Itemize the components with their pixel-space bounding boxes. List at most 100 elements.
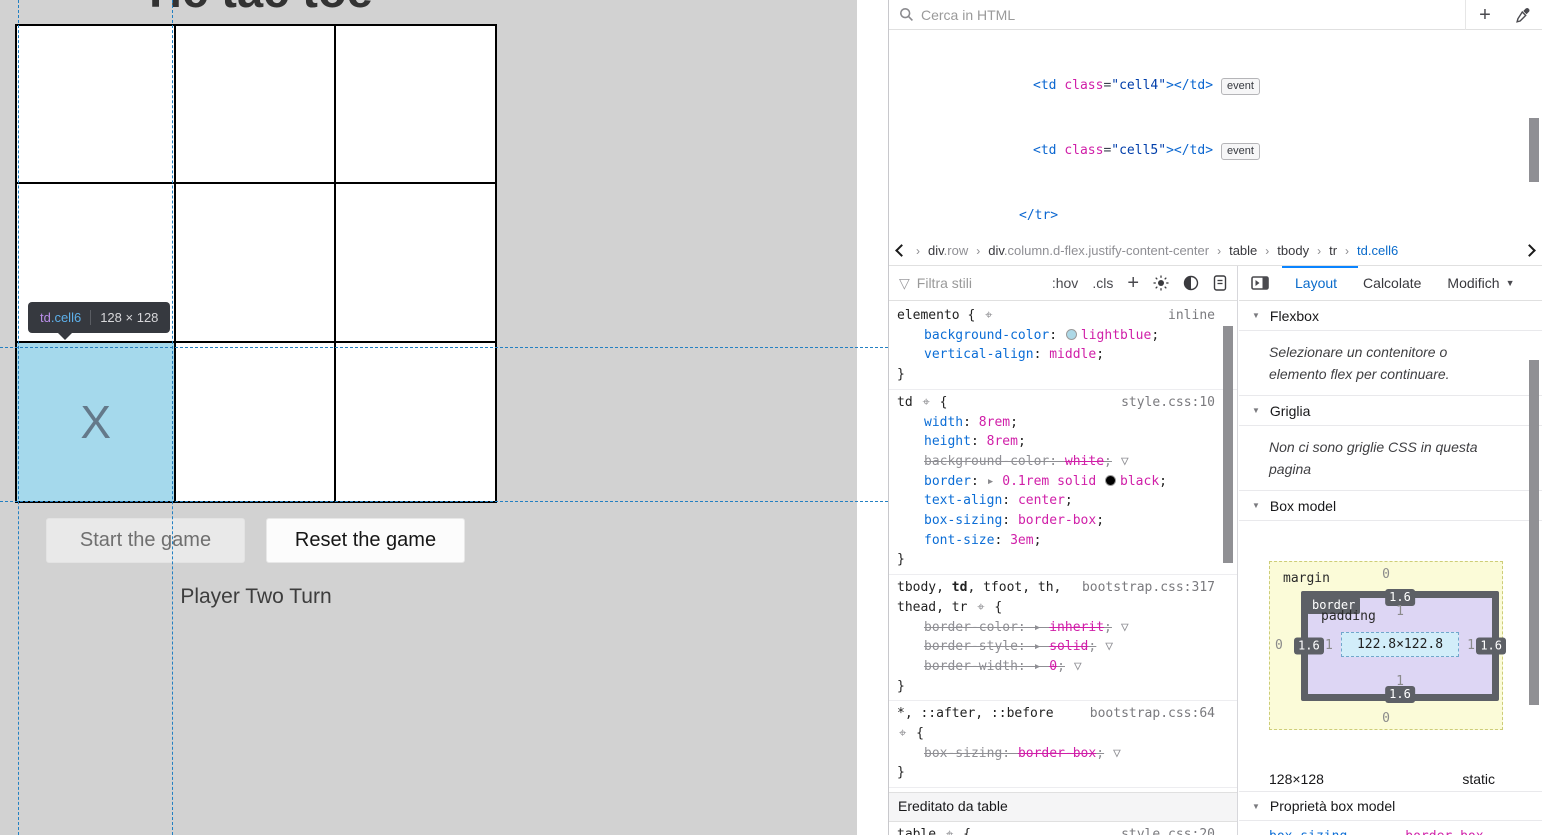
css-declaration[interactable]: height: 8rem; xyxy=(889,432,1237,452)
margin-top-value[interactable]: 0 xyxy=(1270,567,1502,582)
light-theme-button[interactable] xyxy=(1153,275,1169,291)
box-model-margin-box[interactable]: margin 0 0 0 0 border 1.6 1.6 1.6 1.6 pa… xyxy=(1269,561,1503,730)
breadcrumb-item-div-column[interactable]: div.column.d-flex.justify-content-center xyxy=(988,243,1209,258)
css-declaration[interactable]: font-size: 3em; xyxy=(889,531,1237,551)
tab-computed[interactable]: Calcolate xyxy=(1363,275,1421,291)
css-declaration-overridden[interactable]: box-sizing: border-box;▽ xyxy=(889,744,1237,764)
search-html-input[interactable]: Cerca in HTML xyxy=(889,7,1465,23)
closing-brace: } xyxy=(889,365,1237,385)
markup-scrollbar-thumb[interactable] xyxy=(1529,118,1539,182)
rule-location[interactable]: style.css:10 xyxy=(1121,393,1215,413)
margin-bottom-value[interactable]: 0 xyxy=(1270,711,1502,726)
padding-bottom-value[interactable]: 1 xyxy=(1308,674,1492,689)
css-declaration-overridden[interactable]: border-style: ▸ solid;▽ xyxy=(889,637,1237,657)
closing-brace: } xyxy=(889,677,1237,697)
css-declaration[interactable]: vertical-align: middle; xyxy=(889,345,1237,365)
markup-line-cell4[interactable]: <td class="cell4"></td>event xyxy=(889,75,1542,97)
board-cell-7[interactable] xyxy=(176,343,335,501)
border-left-value[interactable]: 1.6 xyxy=(1294,638,1324,655)
breadcrumb-item-tr[interactable]: tr xyxy=(1329,243,1337,258)
rule-table-inherited[interactable]: style.css:20table ⌖ { xyxy=(889,822,1237,835)
padding-right-value[interactable]: 1 xyxy=(1467,638,1475,653)
breadcrumb-item-div-row[interactable]: div.row xyxy=(928,243,968,258)
box-model-border-box[interactable]: border 1.6 1.6 1.6 1.6 padding 1 1 1 1 1… xyxy=(1301,591,1499,701)
markup-line-cell5[interactable]: <td class="cell5"></td>event xyxy=(889,140,1542,162)
highlight-guide-horizontal-bottom xyxy=(0,501,888,502)
eyedropper-icon xyxy=(1515,7,1531,23)
event-badge[interactable]: event xyxy=(1221,78,1260,95)
breadcrumb-item-tbody[interactable]: tbody xyxy=(1277,243,1309,258)
eyedropper-button[interactable] xyxy=(1504,0,1542,30)
add-rule-button[interactable]: + xyxy=(1127,273,1139,293)
contrast-icon xyxy=(1183,275,1199,291)
css-declaration[interactable]: background-color: lightblue; xyxy=(889,326,1237,346)
dark-theme-button[interactable] xyxy=(1183,275,1199,291)
sidebar-tabs: Layout Calcolate Modifich ▼ xyxy=(1239,266,1542,301)
css-declaration-overridden[interactable]: background-color: white;▽ xyxy=(889,452,1237,472)
rule-universal[interactable]: bootstrap.css:64*, ::after, ::before ⌖ {… xyxy=(889,701,1237,788)
screenshot-root: Tic tac toe X td.cell6 128 × 128 Start t… xyxy=(0,0,1542,835)
board-cell-8[interactable] xyxy=(336,343,495,501)
rule-element-inline[interactable]: inlineelemento { ⌖ background-color: lig… xyxy=(889,303,1237,390)
layout-scrollbar-thumb[interactable] xyxy=(1529,360,1539,705)
breadcrumb-separator: › xyxy=(1265,244,1269,258)
tab-layout[interactable]: Layout xyxy=(1295,275,1337,291)
css-declaration[interactable]: width: 8rem; xyxy=(889,413,1237,433)
highlight-guide-horizontal-top xyxy=(0,347,888,348)
board-cell-5[interactable] xyxy=(336,184,495,342)
board-cell-4[interactable] xyxy=(176,184,335,342)
css-declaration-overridden[interactable]: border-color: ▸ inherit;▽ xyxy=(889,618,1237,638)
css-declaration[interactable]: border: ▸ 0.1rem solid black; xyxy=(889,472,1237,492)
layout-sidebar-panel: Layout Calcolate Modifich ▼ ▼Flexbox Sel… xyxy=(1239,266,1542,835)
tooltip-dimensions: 128 × 128 xyxy=(100,310,158,325)
sidebar-toggle-button[interactable] xyxy=(1251,276,1269,290)
rule-bootstrap-table-elements[interactable]: bootstrap.css:317tbody, td, tfoot, th, t… xyxy=(889,575,1237,701)
markup-search-toolbar: Cerca in HTML + xyxy=(889,0,1542,30)
grid-empty-message: Non ci sono griglie CSS in questa pagina xyxy=(1239,426,1542,491)
pseudo-class-button[interactable]: :hov xyxy=(1052,275,1078,291)
rule-td[interactable]: style.css:10td ⌖ { width: 8rem; height: … xyxy=(889,390,1237,575)
boxmodel-properties-header[interactable]: ▼Proprietà box model xyxy=(1239,791,1542,821)
rules-scrollbar-thumb[interactable] xyxy=(1223,326,1233,563)
padding-top-value[interactable]: 1 xyxy=(1308,604,1492,619)
class-button[interactable]: .cls xyxy=(1092,275,1113,291)
rules-content: inlineelemento { ⌖ background-color: lig… xyxy=(889,301,1237,835)
board-cell-6-highlighted[interactable]: X xyxy=(17,343,176,501)
breadcrumb-forward-chevron-icon[interactable] xyxy=(1523,244,1536,257)
board-cell-1[interactable] xyxy=(176,26,335,184)
box-model-content-box[interactable]: 122.8×122.8 xyxy=(1341,632,1459,657)
css-declaration[interactable]: text-align: center; xyxy=(889,491,1237,511)
rule-location[interactable]: bootstrap.css:64 xyxy=(1090,704,1215,724)
css-declaration[interactable]: box-sizing: border-box; xyxy=(889,511,1237,531)
board-cell-0[interactable] xyxy=(17,26,176,184)
start-game-button[interactable]: Start the game xyxy=(46,518,245,563)
reset-game-button[interactable]: Reset the game xyxy=(266,518,465,563)
breadcrumb-item-table[interactable]: table xyxy=(1229,243,1257,258)
active-tab-indicator xyxy=(1282,266,1358,268)
breadcrumb-back-chevron-icon[interactable] xyxy=(895,244,908,257)
property-name: box-sizing xyxy=(1269,829,1347,835)
tab-overflow-chevron-icon[interactable]: ▼ xyxy=(1506,278,1515,288)
twisty-icon: ▼ xyxy=(1252,311,1260,320)
markup-line-tr-close[interactable]: </tr> xyxy=(889,205,1542,227)
boxmodel-section-header[interactable]: ▼Box model xyxy=(1239,491,1542,521)
rule-location[interactable]: inline xyxy=(1168,306,1215,326)
rule-location[interactable]: bootstrap.css:317 xyxy=(1082,578,1215,598)
padding-left-value[interactable]: 1 xyxy=(1325,638,1333,653)
margin-left-value[interactable]: 0 xyxy=(1275,638,1283,653)
event-badge[interactable]: event xyxy=(1221,143,1260,160)
filter-styles-input[interactable]: Filtra stili xyxy=(917,275,1038,291)
element-position: static xyxy=(1462,771,1495,787)
css-declaration-overridden[interactable]: border-width: ▸ 0;▽ xyxy=(889,657,1237,677)
markup-view: <td class="cell4"></td>event <td class="… xyxy=(889,31,1542,236)
breadcrumb-item-td-cell6-selected[interactable]: td.cell6 xyxy=(1357,243,1398,258)
tooltip-tag: td xyxy=(40,310,51,325)
grid-section-header[interactable]: ▼Griglia xyxy=(1239,396,1542,426)
flexbox-section-header[interactable]: ▼Flexbox xyxy=(1239,301,1542,331)
board-cell-2[interactable] xyxy=(336,26,495,184)
add-node-button[interactable]: + xyxy=(1466,0,1504,30)
tab-changes[interactable]: Modifich xyxy=(1447,275,1499,291)
rule-location[interactable]: style.css:20 xyxy=(1121,825,1215,835)
border-right-value[interactable]: 1.6 xyxy=(1476,638,1506,655)
print-media-button[interactable] xyxy=(1213,275,1227,291)
